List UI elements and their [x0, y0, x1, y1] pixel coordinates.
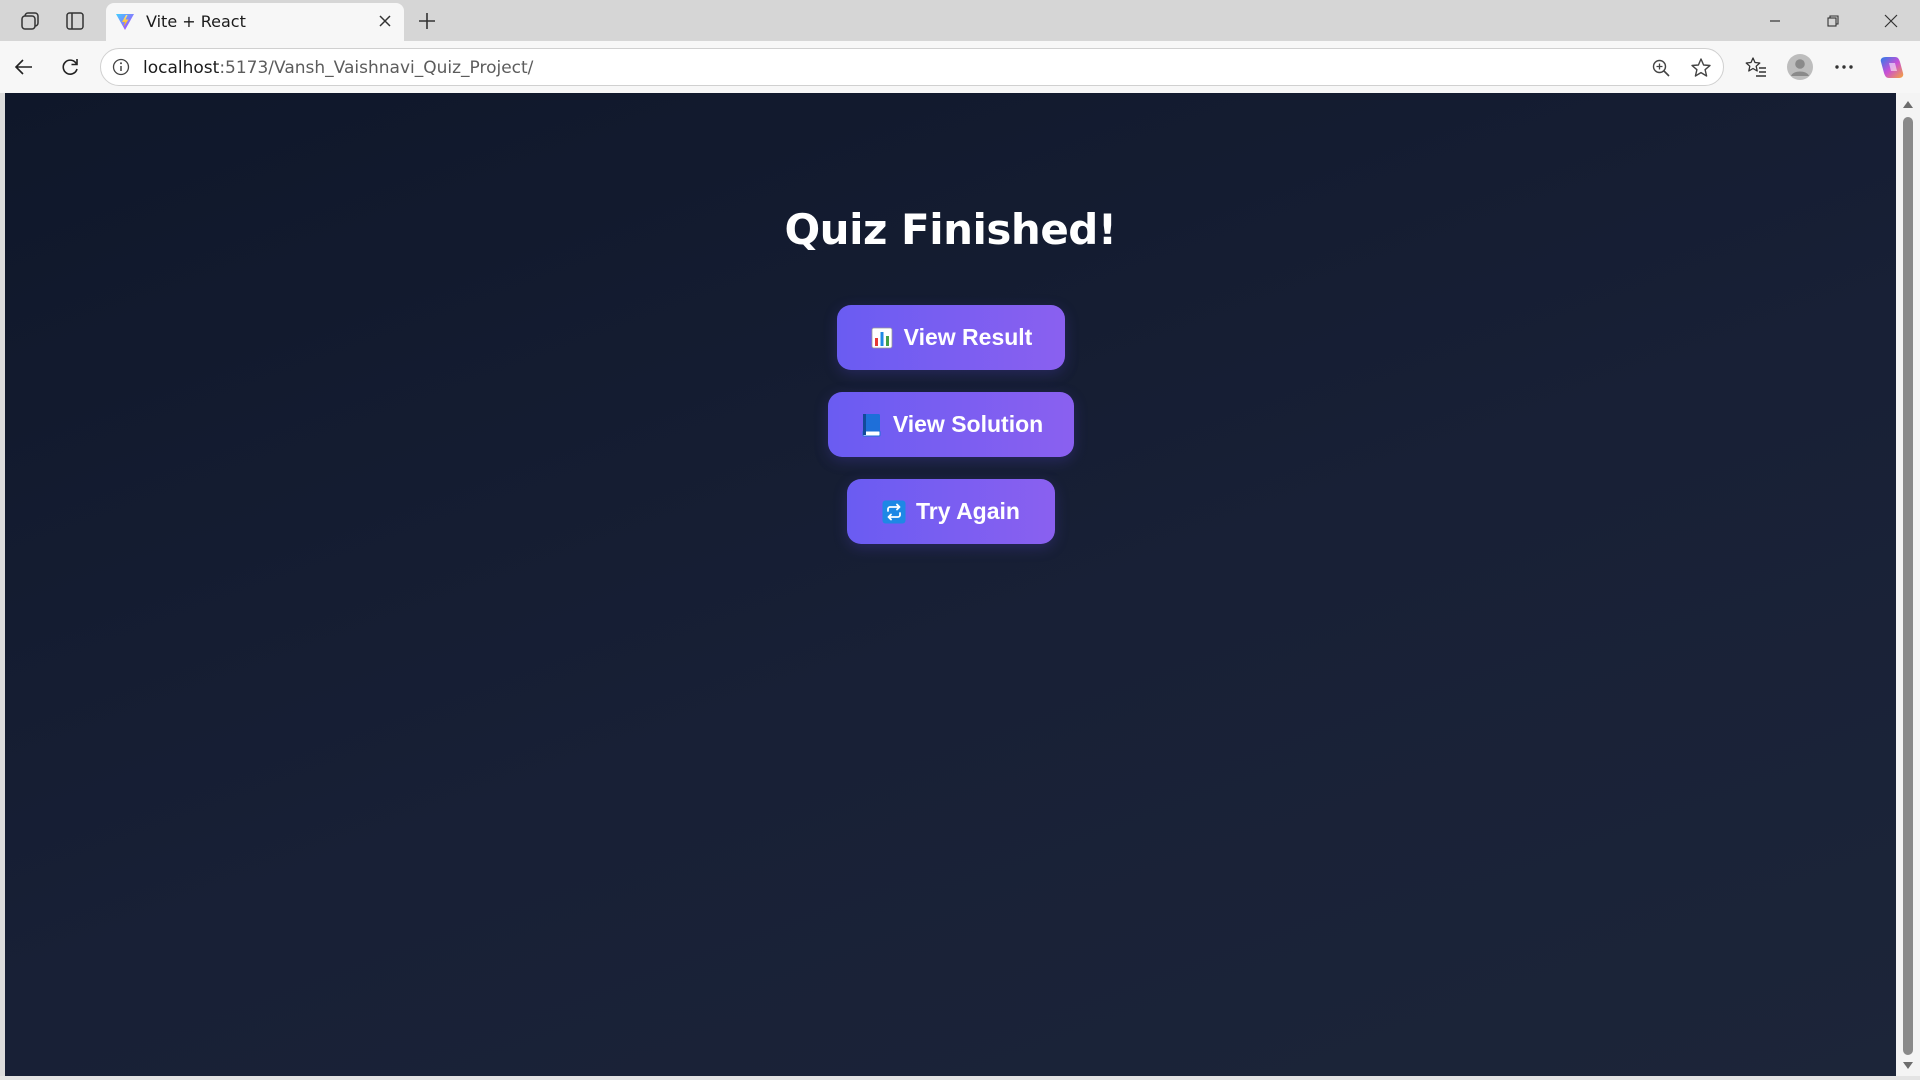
- vertical-scrollbar[interactable]: [1896, 93, 1920, 1076]
- profile-icon[interactable]: [1784, 51, 1816, 83]
- copilot-icon[interactable]: [1876, 51, 1908, 83]
- window-bottom-edge: [0, 1076, 1920, 1080]
- view-result-label: View Result: [903, 324, 1033, 350]
- scroll-down-icon[interactable]: [1902, 1060, 1914, 1070]
- url-path: :5173/Vansh_Vaishnavi_Quiz_Project/: [219, 58, 534, 78]
- zoom-icon[interactable]: [1649, 56, 1673, 80]
- refresh-button[interactable]: [54, 51, 86, 83]
- view-solution-label: View Solution: [892, 411, 1044, 437]
- tab-title: Vite + React: [146, 12, 246, 31]
- close-tab-icon[interactable]: [374, 10, 396, 32]
- tab-actions-icon[interactable]: [61, 8, 89, 34]
- browser-toolbar: localhost:5173/Vansh_Vaishnavi_Quiz_Proj…: [0, 41, 1920, 93]
- close-icon: [1884, 14, 1898, 27]
- plus-icon: [419, 13, 435, 29]
- url-text[interactable]: localhost:5173/Vansh_Vaishnavi_Quiz_Proj…: [143, 58, 533, 78]
- view-solution-button[interactable]: View Solution: [828, 392, 1074, 457]
- info-icon[interactable]: [111, 57, 131, 77]
- favorite-star-icon[interactable]: [1689, 56, 1713, 80]
- workspaces-icon[interactable]: [16, 8, 44, 34]
- scroll-up-icon[interactable]: [1902, 99, 1914, 109]
- close-window-button[interactable]: [1862, 0, 1920, 41]
- refresh-icon: [62, 59, 78, 75]
- scrollbar-thumb[interactable]: [1903, 117, 1913, 1055]
- try-again-label: Try Again: [916, 498, 1020, 524]
- restore-icon: [1827, 14, 1839, 27]
- vite-logo-icon: [114, 10, 136, 32]
- tab-strip: Vite + React: [0, 0, 1920, 41]
- browser-tab[interactable]: Vite + React: [106, 3, 404, 41]
- new-tab-button[interactable]: [413, 7, 441, 35]
- minimize-button[interactable]: [1746, 0, 1804, 41]
- try-again-button[interactable]: Try Again: [847, 479, 1055, 544]
- favorites-icon[interactable]: [1740, 51, 1772, 83]
- page-viewport: Quiz Finished! View Result View Solution…: [5, 93, 1896, 1076]
- page-title: Quiz Finished!: [784, 205, 1117, 254]
- bar-chart-icon: [870, 326, 894, 350]
- url-host: localhost: [143, 58, 220, 78]
- minimize-icon: [1770, 19, 1780, 22]
- view-result-button[interactable]: View Result: [837, 305, 1065, 370]
- back-arrow-icon: [14, 59, 32, 75]
- more-icon[interactable]: [1828, 51, 1860, 83]
- back-button[interactable]: [8, 51, 40, 83]
- restore-button[interactable]: [1804, 0, 1862, 41]
- repeat-icon: [882, 500, 906, 524]
- address-bar[interactable]: localhost:5173/Vansh_Vaishnavi_Quiz_Proj…: [100, 48, 1724, 86]
- book-icon: [859, 413, 883, 437]
